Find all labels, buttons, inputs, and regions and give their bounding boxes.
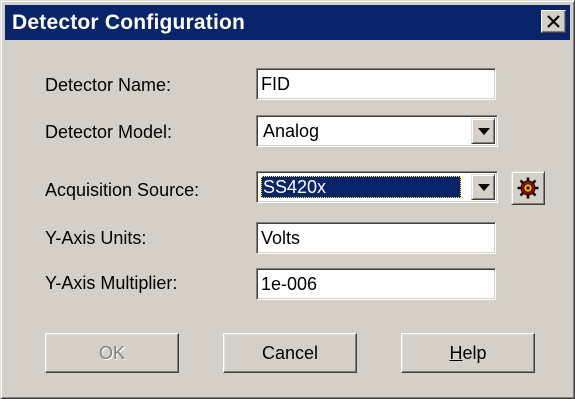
title-bar[interactable]: Detector Configuration	[5, 5, 570, 40]
detector-model-dropdown-button[interactable]	[471, 118, 495, 144]
y-axis-units-field[interactable]	[256, 222, 496, 254]
cancel-button[interactable]: Cancel	[223, 333, 357, 373]
acquisition-source-configure-button[interactable]	[511, 171, 545, 205]
detector-configuration-dialog: Detector Configuration Detector Name: De…	[0, 0, 575, 399]
chevron-down-icon	[478, 184, 490, 191]
ok-button[interactable]: OK	[45, 333, 179, 373]
close-icon	[547, 15, 560, 28]
help-label-rest: elp	[462, 343, 487, 363]
y-axis-multiplier-label: Y-Axis Multiplier:	[45, 273, 178, 293]
detector-name-input[interactable]	[261, 73, 489, 95]
y-axis-units-input[interactable]	[261, 227, 489, 249]
chevron-down-icon	[478, 128, 490, 135]
detector-model-value: Analog	[263, 121, 320, 141]
y-axis-multiplier-field[interactable]	[256, 268, 496, 300]
gear-icon	[517, 177, 539, 199]
y-axis-multiplier-input[interactable]	[261, 273, 489, 295]
help-accelerator: H	[449, 343, 463, 363]
close-button[interactable]	[541, 10, 566, 33]
acquisition-source-value: SS420x	[261, 176, 461, 198]
detector-name-field[interactable]	[256, 68, 496, 100]
detector-name-label: Detector Name:	[45, 75, 172, 95]
dialog-title: Detector Configuration	[12, 11, 246, 34]
acquisition-source-select[interactable]: SS420x	[256, 171, 498, 203]
acquisition-source-dropdown-button[interactable]	[471, 174, 495, 200]
acquisition-source-label: Acquisition Source:	[45, 180, 200, 200]
detector-model-label: Detector Model:	[45, 122, 173, 142]
help-button[interactable]: Help	[401, 333, 535, 373]
y-axis-units-label: Y-Axis Units:	[45, 228, 147, 248]
detector-model-select[interactable]: Analog	[256, 115, 498, 147]
